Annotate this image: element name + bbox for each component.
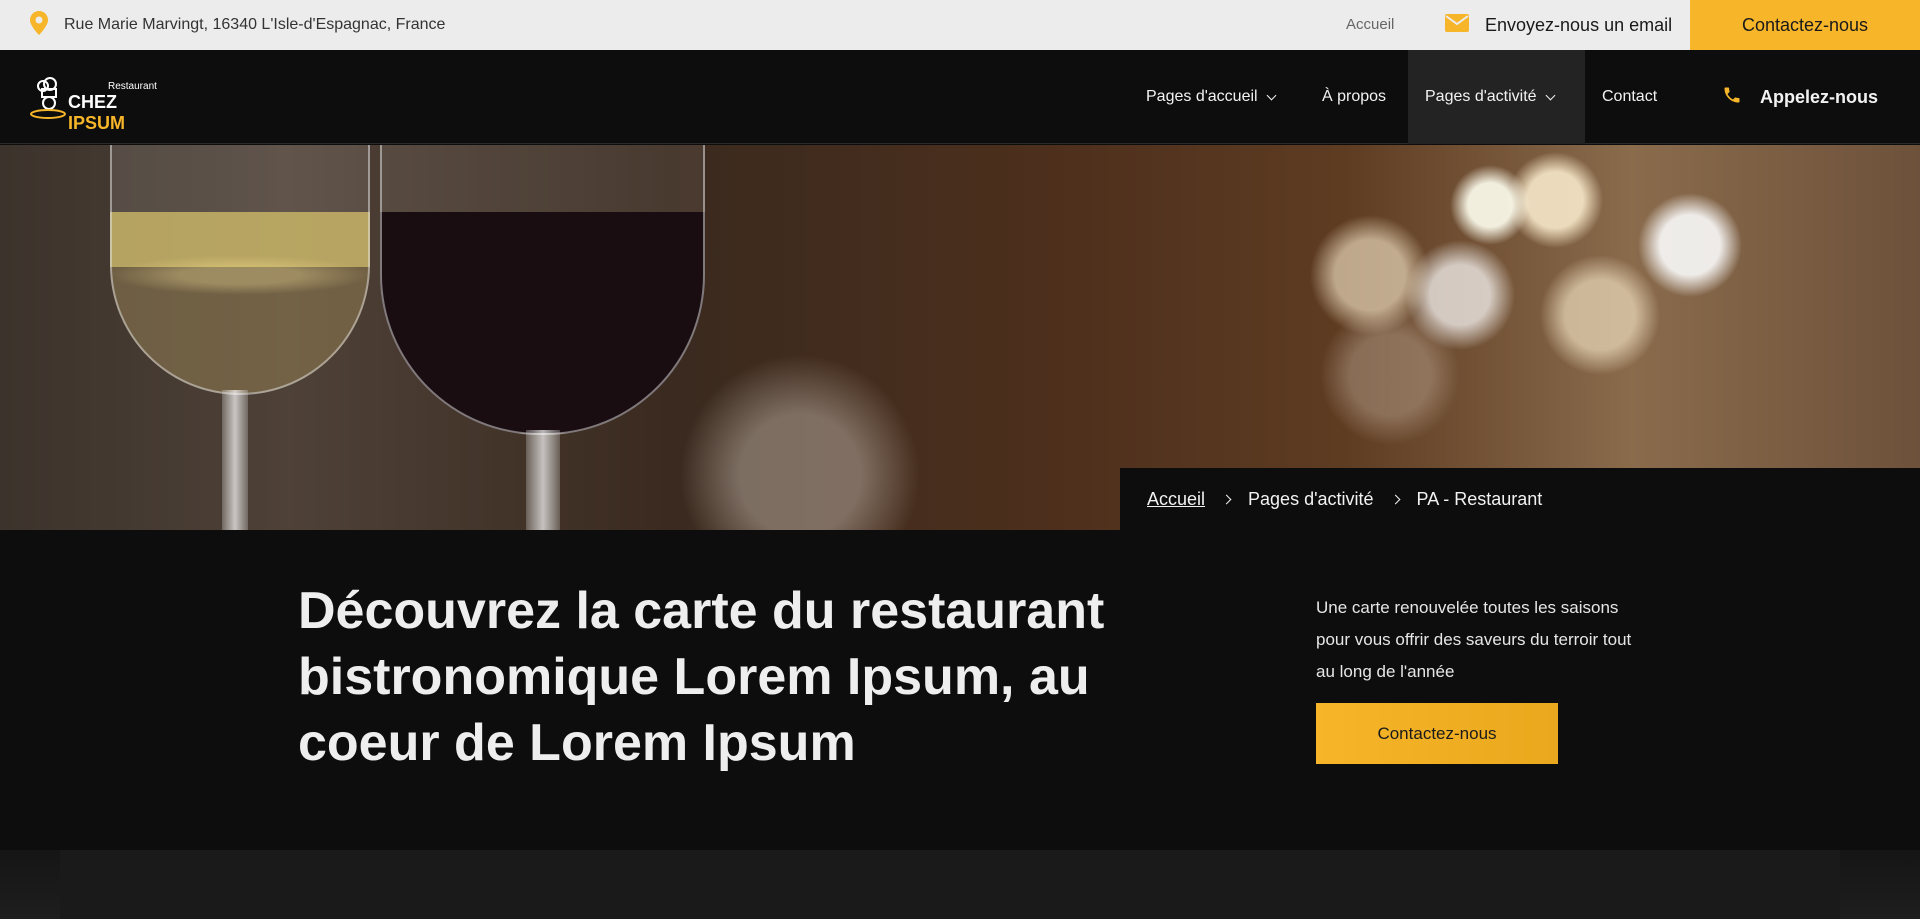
- glass-stem: [526, 430, 560, 530]
- nav-item-pages-accueil[interactable]: Pages d'accueil: [1146, 50, 1277, 144]
- map-pin-icon: [30, 10, 48, 40]
- logo[interactable]: Restaurant CHEZ IPSUM: [28, 75, 178, 133]
- next-section-background: [0, 850, 1920, 919]
- phone-icon: [1722, 85, 1742, 110]
- logo-brand-accent: IPSUM: [68, 113, 126, 133]
- chef-logo-icon: [28, 75, 68, 124]
- email-link[interactable]: Envoyez-nous un email: [1445, 0, 1672, 50]
- nav-item-a-propos[interactable]: À propos: [1322, 50, 1386, 144]
- envelope-icon: [1445, 13, 1469, 37]
- white-wine-glass: [110, 145, 370, 395]
- chevron-down-icon: [1266, 90, 1277, 100]
- nav-label: Pages d'activité: [1425, 88, 1537, 105]
- call-button[interactable]: Appelez-nous: [1722, 50, 1878, 144]
- logo-subtitle: Restaurant: [108, 81, 157, 92]
- chevron-right-icon: [1221, 494, 1232, 504]
- nav-item-contact[interactable]: Contact: [1602, 50, 1657, 144]
- breadcrumb: Accueil Pages d'activité PA - Restaurant: [1120, 468, 1920, 530]
- glass-stem: [222, 390, 248, 530]
- breadcrumb-home[interactable]: Accueil: [1147, 489, 1205, 510]
- nav-label: Pages d'accueil: [1146, 88, 1258, 105]
- email-label: Envoyez-nous un email: [1485, 14, 1673, 35]
- nav-label: Contact: [1602, 88, 1658, 105]
- topbar-contact-button[interactable]: Contactez-nous: [1690, 0, 1920, 50]
- call-label: Appelez-nous: [1760, 86, 1879, 107]
- chevron-right-icon: [1390, 494, 1400, 504]
- logo-brand-white: CHEZ: [68, 92, 117, 112]
- logo-brand: CHEZ IPSUM: [68, 92, 178, 134]
- breadcrumb-current: PA - Restaurant: [1416, 488, 1543, 509]
- nav-item-pages-activite[interactable]: Pages d'activité: [1408, 50, 1585, 144]
- intro-text: Une carte renouvelée toutes les saisons …: [1316, 598, 1632, 681]
- main-nav: Restaurant CHEZ IPSUM Pages d'accueil À …: [0, 50, 1920, 144]
- red-wine-glass: [380, 145, 705, 435]
- address-block: Rue Marie Marvingt, 16340 L'Isle-d'Espag…: [30, 0, 445, 50]
- chevron-down-icon: [1545, 90, 1556, 100]
- nav-label: À propos: [1322, 88, 1387, 105]
- breadcrumb-pages-activite[interactable]: Pages d'activité: [1248, 489, 1374, 510]
- address-text: Rue Marie Marvingt, 16340 L'Isle-d'Espag…: [64, 16, 446, 33]
- top-bar: Rue Marie Marvingt, 16340 L'Isle-d'Espag…: [0, 0, 1920, 50]
- topbar-home-link[interactable]: Accueil: [1346, 0, 1394, 50]
- intro-contact-button[interactable]: Contactez-nous: [1316, 703, 1558, 764]
- page-title: Découvrez la carte du restaurant bistron…: [298, 582, 1105, 772]
